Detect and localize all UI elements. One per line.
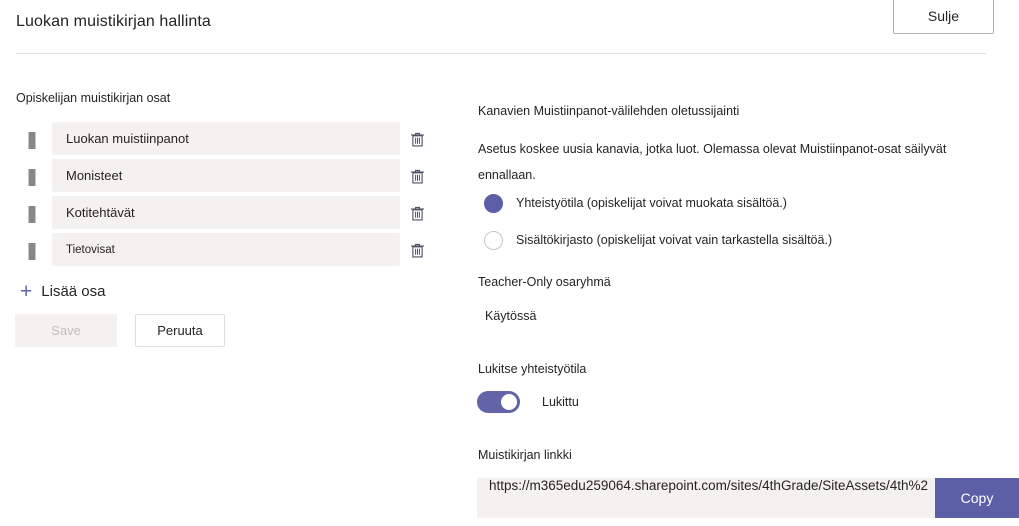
default-location-heading: Kanavien Muistiinpanot-välilehden oletus… [478,104,740,118]
radio-option-label: Yhteistyötila (opiskelijat voivat muokat… [516,196,787,210]
copy-link-button[interactable]: Copy [935,478,1019,518]
lock-toggle-label: Lukittu [542,395,579,409]
lock-toggle-row: Lukittu [477,391,579,413]
lock-collaboration-heading: Lukitse yhteistyötila [478,362,587,376]
radio-option-label: Sisältökirjasto (opiskelijat voivat vain… [516,233,833,247]
radio-unselected-icon [484,230,503,250]
notebook-link-input[interactable]: https://m365edu259064.sharepoint.com/sit… [477,478,935,518]
default-location-radio-group: Yhteistyötila (opiskelijat voivat muokat… [484,192,832,266]
settings-pane: Kanavien Muistiinpanot-välilehden oletus… [0,0,1019,526]
default-location-description: Asetus koskee uusia kanavia, jotka luot.… [478,142,947,182]
teacher-only-value: Käytössä [485,309,537,323]
class-notebook-management-dialog: Luokan muistikirjan hallinta Sulje Opisk… [0,0,1019,526]
radio-selected-icon [484,193,503,213]
lock-toggle[interactable] [477,391,520,413]
radio-option-collaboration-space[interactable]: Yhteistyötila (opiskelijat voivat muokat… [484,192,832,214]
radio-option-content-library[interactable]: Sisältökirjasto (opiskelijat voivat vain… [484,229,832,251]
teacher-only-heading: Teacher-Only osaryhmä [478,275,611,289]
notebook-link-heading: Muistikirjan linkki [478,448,572,462]
toggle-knob [501,394,517,410]
